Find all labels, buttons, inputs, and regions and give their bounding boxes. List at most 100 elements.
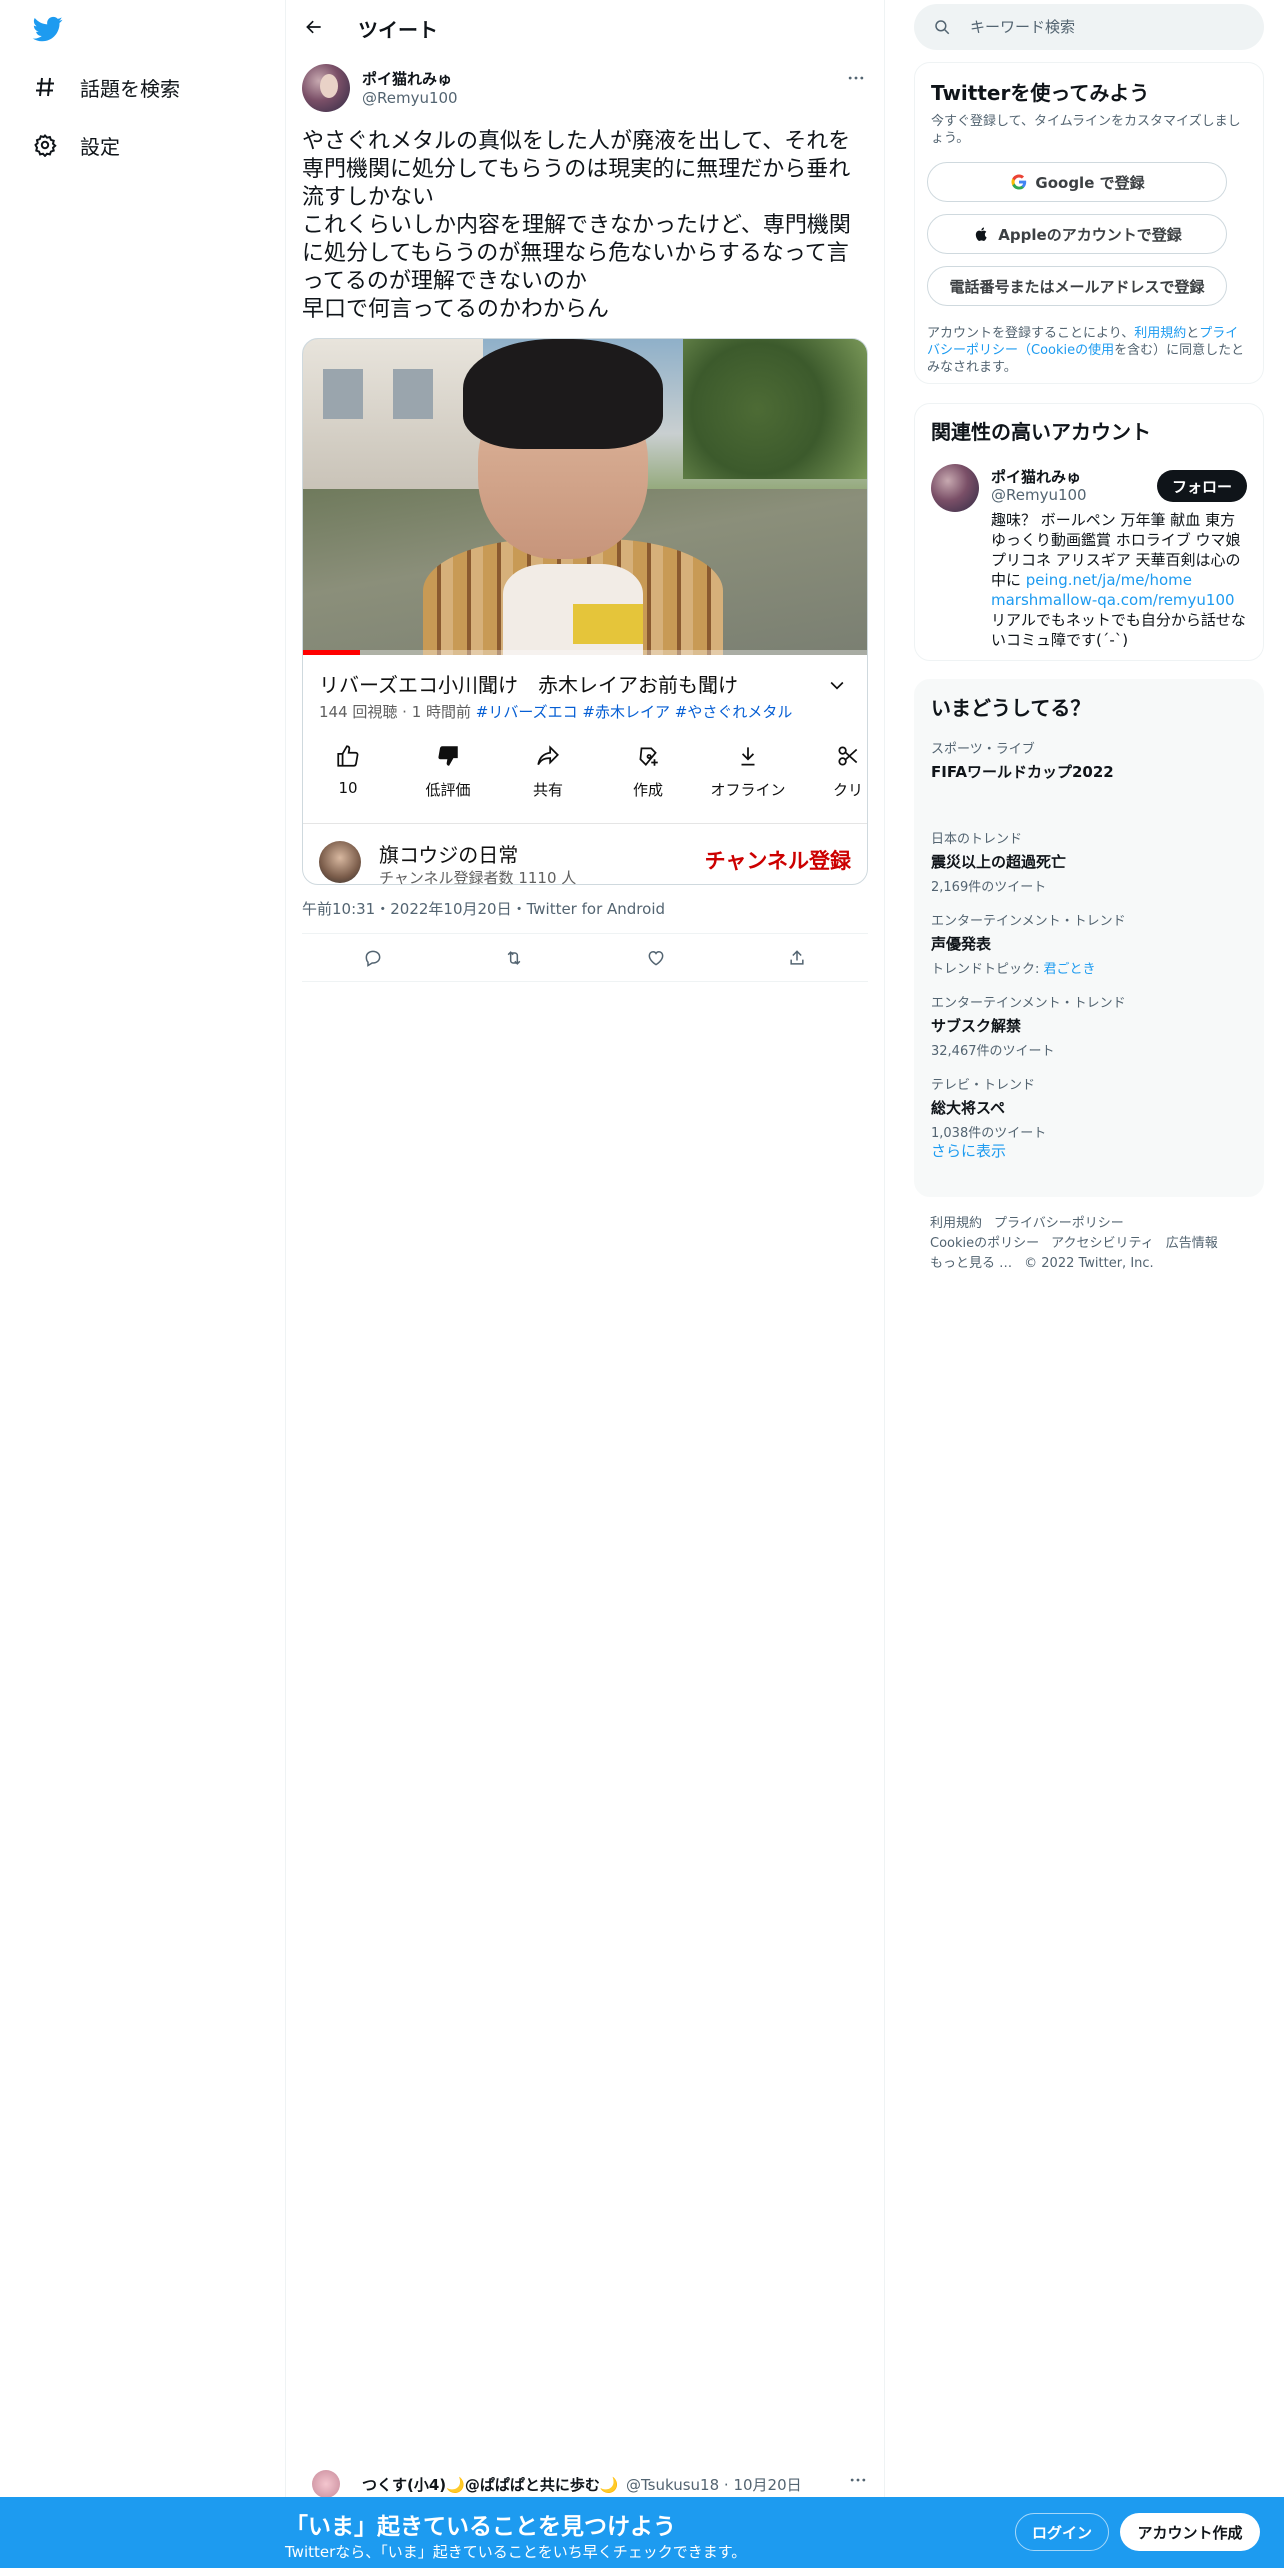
trend-item[interactable]: エンターテインメント・トレンド サブスク解禁 32,467件のツイート [931, 992, 1249, 1059]
trend-category: テレビ・トレンド [931, 1078, 1036, 1093]
bio-text: リアルでもネットでも自分から話せないコミュ障です(´-`) [991, 611, 1246, 649]
search-input[interactable] [970, 18, 1250, 36]
trend-topic-link[interactable]: 君ごとき [1044, 962, 1096, 977]
footer-link[interactable]: アクセシビリティ [1051, 1236, 1154, 1251]
embedded-video-card[interactable]: リバーズエコ小川聞け 赤木レイアお前も聞け 144 回視聴 · 1 時間前 #リ… [302, 338, 868, 885]
trend-count: 1,038件のツイート [931, 1126, 1047, 1141]
author-avatar[interactable] [302, 64, 350, 112]
video-frame-person-shirt [503, 564, 643, 655]
dislike-label: 低評価 [425, 781, 471, 799]
legal-text: アカウントを登録することにより、 [927, 326, 1135, 341]
nav-item-settings[interactable]: 設定 [32, 125, 120, 165]
trend-topic-prefix: トレンドトピック: [931, 962, 1044, 977]
login-button[interactable]: ログイン [1015, 2513, 1109, 2551]
share-label: 共有 [532, 781, 563, 799]
footer-link[interactable]: 利用規約 [930, 1216, 982, 1231]
trends-title: いまどうしてる？ [931, 696, 1091, 720]
dislike-button[interactable]: 低評価 [403, 741, 493, 800]
video-title: リバーズエコ小川聞け 赤木レイアお前も聞け [319, 673, 738, 697]
create-account-button[interactable]: アカウント作成 [1120, 2513, 1260, 2551]
follow-button[interactable]: フォロー [1157, 470, 1247, 502]
like-heart-icon[interactable] [644, 946, 668, 970]
video-player[interactable] [303, 339, 867, 655]
trend-category: エンターテインメント・トレンド [931, 914, 1126, 929]
related-account-bio: 趣味？ ボールペン 万年筆 献血 東方 ゆっくり動画鑑賞 ホロライブ ウマ娘 プ… [991, 510, 1251, 650]
footer-link[interactable]: もっと見る … [930, 1256, 1012, 1271]
related-account-avatar[interactable] [931, 464, 979, 512]
video-progress-bar[interactable] [303, 650, 867, 655]
apple-signup-button[interactable]: Appleのアカウントで登録 [927, 214, 1227, 254]
video-actions: 10 低評価 共有 作成 オフライン クリ [303, 741, 867, 811]
bio-link[interactable]: marshmallow-qa.com/remyu100 [991, 591, 1235, 609]
share-button[interactable]: 共有 [503, 741, 593, 800]
clip-button[interactable]: クリ [803, 741, 867, 800]
reply-icon[interactable] [361, 946, 385, 970]
trend-name: FIFAワールドカップ2022 [931, 763, 1114, 781]
google-signup-label: Google で登録 [1035, 173, 1145, 192]
trend-item[interactable]: エンターテインメント・トレンド 声優発表 トレンドトピック: 君ごとき [931, 910, 1249, 977]
reply-tweet-preview[interactable]: つくす(小4)🌙@ぱぱぱと共に歩む🌙 @Tsukusu18 · 10月20日 [286, 2470, 884, 2500]
bio-link[interactable]: peing.net/ja/me/home [1026, 571, 1192, 589]
more-options-icon[interactable] [848, 2470, 868, 2495]
nav-item-explore[interactable]: 話題を検索 [32, 67, 180, 107]
subscribe-button[interactable]: チャンネル登録 [705, 845, 851, 875]
create-button[interactable]: 作成 [603, 741, 693, 800]
trend-item[interactable]: テレビ・トレンド 総大将スペ 1,038件のツイート [931, 1074, 1249, 1141]
trend-name: 総大将スペ [931, 1099, 1005, 1117]
download-button[interactable]: オフライン [703, 741, 793, 800]
video-hashtag[interactable]: #赤木レイア [582, 703, 670, 721]
page-title: ツイート [358, 18, 438, 42]
back-arrow-icon[interactable] [298, 11, 330, 43]
trend-item[interactable]: スポーツ・ライブ FIFAワールドカップ2022 [931, 738, 1249, 782]
search-icon [932, 17, 952, 37]
trend-count: 32,467件のツイート [931, 1044, 1055, 1059]
tweet-action-bar [302, 934, 868, 982]
chevron-down-icon[interactable] [825, 673, 849, 697]
video-meta: 144 回視聴 · 1 時間前 #リバーズエコ #赤木レイア #やさぐれメタル [319, 701, 792, 722]
divider [302, 981, 868, 982]
reply-avatar[interactable] [312, 2470, 340, 2498]
signup-prompt-bar: 「いま」起きていることを見つけよう Twitterなら、「いま」起きていることを… [0, 2497, 1284, 2568]
footer-link[interactable]: プライバシーポリシー [994, 1216, 1124, 1231]
video-hashtag[interactable]: #やさぐれメタル [675, 703, 793, 721]
channel-name[interactable]: 旗コウジの日常 [379, 839, 518, 868]
video-hashtag[interactable]: #リバーズエコ [476, 703, 578, 721]
like-button[interactable]: 10 [303, 741, 393, 797]
show-more-link[interactable]: さらに表示 [931, 1140, 1006, 1161]
hashtag-icon [32, 74, 58, 100]
reply-author-handle[interactable]: @Tsukusu18 · 10月20日 [626, 2474, 802, 2495]
search-bar[interactable] [914, 4, 1264, 50]
share-upload-icon[interactable] [785, 946, 809, 970]
retweet-icon[interactable] [502, 946, 526, 970]
author-name[interactable]: ポイ猫れみゅ [362, 68, 452, 89]
trend-topic: トレンドトピック: 君ごとき [931, 958, 1249, 977]
video-frame-person-hair [463, 339, 663, 449]
main-column: ツイート ポイ猫れみゅ @Remyu100 やさぐれメタルの真似をした人が廃液を… [285, 0, 885, 2500]
trend-category: スポーツ・ライブ [931, 742, 1035, 757]
phone-email-signup-button[interactable]: 電話番号またはメールアドレスで登録 [927, 266, 1227, 306]
terms-link[interactable]: 利用規約 [1134, 326, 1186, 341]
footer-link[interactable]: 広告情報 [1166, 1236, 1218, 1251]
tweet-timestamp[interactable]: 午前10:31・2022年10月20日・Twitter for Android [302, 898, 665, 919]
google-signup-button[interactable]: Google で登録 [927, 162, 1227, 202]
related-account-handle[interactable]: @Remyu100 [991, 486, 1087, 504]
apple-signup-label: Appleのアカウントで登録 [998, 225, 1182, 244]
related-title: 関連性の高いアカウント [931, 420, 1151, 444]
trend-item[interactable]: 日本のトレンド 震災以上の超過死亡 2,169件のツイート [931, 828, 1249, 895]
author-handle[interactable]: @Remyu100 [362, 89, 458, 107]
like-count: 10 [338, 779, 358, 797]
download-icon [703, 741, 793, 771]
trends-panel: いまどうしてる？ スポーツ・ライブ FIFAワールドカップ2022 日本のトレン… [914, 679, 1264, 1197]
cookie-link[interactable]: （Cookieの使用 [1018, 343, 1114, 358]
twitter-logo-icon[interactable] [31, 14, 65, 44]
channel-avatar[interactable] [319, 841, 361, 883]
trend-category: エンターテインメント・トレンド [931, 996, 1126, 1011]
trend-name: 声優発表 [931, 935, 992, 953]
more-options-icon[interactable] [844, 66, 868, 90]
reply-author-name[interactable]: つくす(小4)🌙@ぱぱぱと共に歩む🌙 [362, 2474, 619, 2495]
nav-item-label: 設定 [80, 134, 120, 159]
prompt-title: 「いま」起きていることを見つけよう [285, 2514, 676, 2540]
nav-item-label: 話題を検索 [80, 76, 180, 101]
related-account-name[interactable]: ポイ猫れみゅ [991, 466, 1081, 487]
footer-link[interactable]: Cookieのポリシー [930, 1236, 1039, 1251]
